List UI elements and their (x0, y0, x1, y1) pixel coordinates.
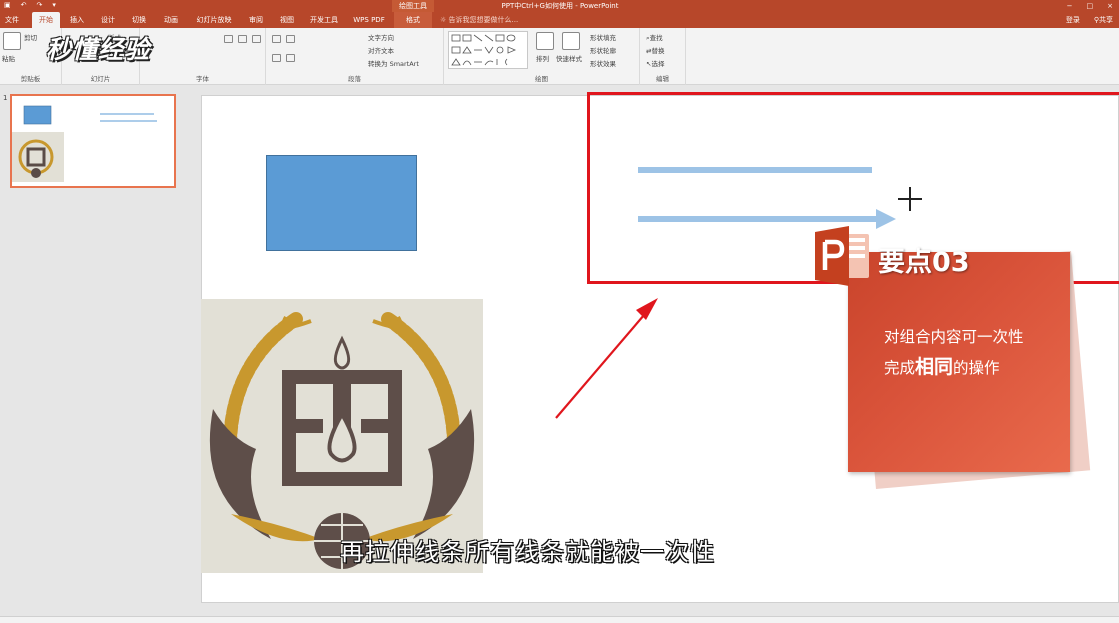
drawing-group: 排列 快速样式 形状填充 形状轮廓 形状效果 绘图 (444, 28, 640, 85)
redo-icon[interactable]: ↷ (37, 1, 43, 9)
align-left-icon[interactable] (272, 54, 281, 62)
quick-styles-button[interactable]: 快速样式 (556, 53, 582, 63)
slides-group-label: 幻灯片 (90, 75, 111, 83)
editing-group-label: 编辑 (656, 75, 669, 83)
tab-transitions[interactable]: 切换 (126, 12, 152, 28)
font-group-label: 字体 (196, 75, 209, 83)
slide-thumbnail[interactable] (10, 94, 176, 188)
context-tab-group-label: 绘图工具 (392, 0, 434, 12)
clear-format-icon[interactable] (252, 35, 261, 43)
drawing-group-label: 绘图 (535, 75, 548, 83)
tab-review[interactable]: 审阅 (243, 12, 269, 28)
shapes-gallery-icons (451, 34, 517, 66)
font-group: 字体 (140, 28, 266, 85)
maximize-button[interactable]: □ (1087, 0, 1094, 12)
tip-card-line-2: 完成相同的操作 (884, 356, 1000, 378)
share-button[interactable]: ⚲共享 (1094, 12, 1113, 28)
tab-insert[interactable]: 插入 (64, 12, 90, 28)
shapes-gallery[interactable] (448, 31, 528, 69)
arrange-button[interactable]: 排列 (536, 53, 549, 63)
tab-developer[interactable]: 开发工具 (305, 12, 343, 28)
shape-effects-button[interactable]: 形状效果 (590, 58, 616, 68)
quick-access-toolbar: ▣ ↶ ↷ ▾ (4, 1, 56, 9)
watermark-logo: 秒懂经验 (46, 35, 151, 64)
tab-wps-pdf[interactable]: WPS PDF (348, 12, 390, 28)
window-title: PPT中Ctrl+G如何使用 - PowerPoint (501, 2, 619, 10)
powerpoint-window: ▣ ↶ ↷ ▾ 绘图工具 PPT中Ctrl+G如何使用 - PowerPoint… (0, 0, 1119, 623)
red-pointer-arrow-icon (555, 298, 658, 419)
account-area: 登录 ⚲共享 (1066, 12, 1113, 28)
align-center-icon[interactable] (286, 54, 295, 62)
select-button[interactable]: ↖选择 (646, 58, 664, 68)
slide-number: 1 (3, 94, 8, 102)
tab-format[interactable]: 格式 (394, 12, 432, 28)
title-bar: ▣ ↶ ↷ ▾ 绘图工具 PPT中Ctrl+G如何使用 - PowerPoint… (0, 0, 1119, 12)
video-subtitle: 再拉伸线条所有线条就能被一次性 (340, 538, 715, 566)
bullets-icon[interactable] (272, 35, 281, 43)
ribbon-tabs: 文件 开始 插入 设计 切换 动画 幻灯片放映 审阅 视图 开发工具 WPS P… (0, 12, 1119, 28)
undo-icon[interactable]: ↶ (21, 1, 27, 9)
paragraph-group-label: 段落 (348, 75, 361, 83)
shape-fill-button[interactable]: 形状填充 (590, 32, 616, 42)
minimize-button[interactable]: − (1067, 0, 1073, 12)
tab-slideshow[interactable]: 幻灯片放映 (190, 12, 238, 28)
tab-home[interactable]: 开始 (32, 12, 60, 28)
login-link[interactable]: 登录 (1066, 12, 1080, 28)
tab-animations[interactable]: 动画 (157, 12, 185, 28)
ribbon: 粘贴 剪切 剪贴板 版式 幻灯片 字体 文字方向 对齐文本 转换为 SmartA… (0, 28, 1119, 85)
arrange-icon[interactable] (536, 32, 554, 50)
blue-line-shape[interactable] (638, 167, 872, 173)
shape-outline-button[interactable]: 形状轮廓 (590, 45, 616, 55)
status-bar (0, 616, 1119, 623)
cut-button[interactable]: 剪切 (24, 32, 37, 42)
slide-thumbnail-preview (12, 105, 157, 182)
align-text-button[interactable]: 对齐文本 (368, 45, 394, 55)
blue-arrow-line-shape[interactable] (638, 216, 878, 222)
increase-font-icon[interactable] (224, 35, 233, 43)
tab-file[interactable]: 文件 (0, 12, 24, 28)
arrowhead-icon (876, 209, 896, 229)
paste-button[interactable]: 粘贴 (2, 53, 15, 63)
text-direction-button[interactable]: 文字方向 (368, 32, 394, 42)
quick-styles-icon[interactable] (562, 32, 580, 50)
clipboard-group-label: 剪贴板 (20, 75, 41, 83)
tip-card-emphasis: 相同 (915, 356, 954, 378)
tip-card-heading: 要点03 (878, 247, 970, 278)
tab-view[interactable]: 视图 (274, 12, 300, 28)
tab-design[interactable]: 设计 (95, 12, 121, 28)
replace-button[interactable]: ⇄替换 (646, 45, 664, 55)
tell-me-search[interactable]: ☼ 告诉我您想要做什么... (440, 12, 518, 28)
crosshair-cursor-icon (898, 187, 922, 211)
window-controls: − □ × (1067, 0, 1113, 12)
decrease-font-icon[interactable] (238, 35, 247, 43)
paragraph-group: 文字方向 对齐文本 转换为 SmartArt 段落 (266, 28, 444, 85)
numbering-icon[interactable] (286, 35, 295, 43)
powerpoint-logo-icon (815, 226, 869, 286)
customize-qat-icon[interactable]: ▾ (52, 1, 56, 9)
tip-card-line-1: 对组合内容可一次性 (884, 328, 1024, 346)
lightbulb-icon: ☼ (440, 16, 449, 24)
find-button[interactable]: ⌕查找 (646, 32, 663, 43)
convert-smartart-button[interactable]: 转换为 SmartArt (368, 58, 419, 68)
paste-icon[interactable] (3, 32, 21, 50)
close-button[interactable]: × (1107, 0, 1113, 12)
blue-rectangle-shape[interactable] (266, 155, 417, 251)
editing-group: ⌕查找 ⇄替换 ↖选择 编辑 (640, 28, 686, 85)
save-icon[interactable]: ▣ (4, 1, 11, 9)
slide-thumbnail-panel: 1 (0, 86, 190, 616)
tip-card-body: 对组合内容可一次性 完成相同的操作 (884, 322, 1064, 383)
